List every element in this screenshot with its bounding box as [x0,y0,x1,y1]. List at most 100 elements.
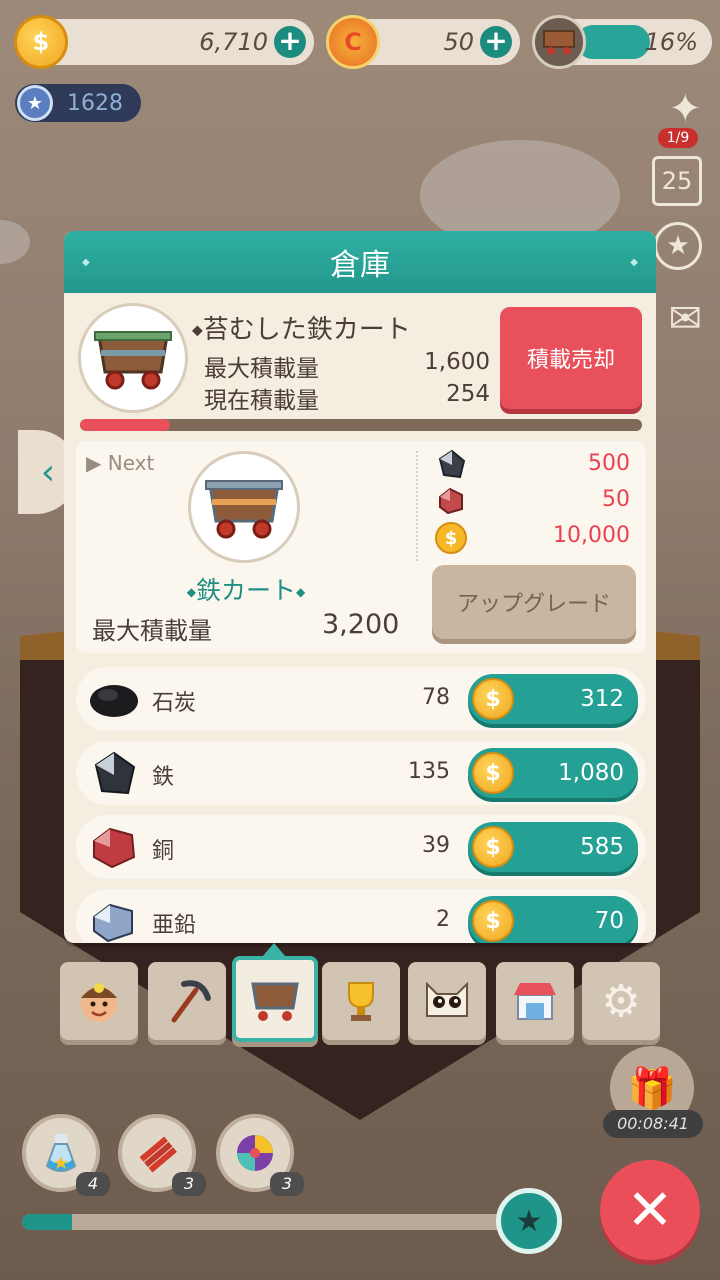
trophy-counter[interactable]: ★ 1628 [15,84,141,122]
close-button[interactable]: ✕ [600,1160,700,1260]
coin-counter: $ 6,710 + [14,15,314,69]
cost-copper-value: 50 [602,487,630,512]
max-load-label: 最大積載量 [204,356,319,382]
sell-load-button[interactable]: 積載売却 [500,307,642,409]
ore-name: 鉄 [152,765,175,790]
gear-icon: ⚙ [601,975,641,1027]
item-count: 4 [76,1172,110,1196]
max-load-value: 1,600 [424,349,490,375]
bullet-diamond: ◆ [192,322,203,339]
item-potion-button[interactable]: 4 [22,1114,110,1196]
gem-counter: C 50 + [326,15,520,69]
coin-icon: $ [472,900,514,942]
cart-progress-value: 16% [644,28,698,56]
item-candy-button[interactable]: 3 [216,1114,304,1196]
current-load-value: 254 [446,381,490,407]
cart-icon [532,15,586,69]
cost-coins-value: 10,000 [553,523,630,548]
current-cart-name-text: 苔むした鉄カート [202,315,411,345]
trophy-value: 1628 [67,90,123,116]
achievement-badge-icon[interactable]: ★ [654,222,702,270]
add-coins-button[interactable]: + [274,26,306,58]
gift-timer: 00:08:41 [603,1110,703,1138]
experience-bar [22,1214,512,1230]
item-dynamite-button[interactable]: 3 [118,1114,206,1196]
coin-icon: $ [472,678,514,720]
ore-price: 312 [580,686,624,712]
cart-icon [251,982,299,1021]
panel-title: 倉庫 [330,248,390,283]
current-load-label: 現在積載量 [204,388,319,414]
nav-cat-button[interactable] [408,962,486,1040]
calendar-icon[interactable]: 25 [652,156,702,206]
load-progress-bar [80,419,642,431]
sell-copper-button[interactable]: $ 585 [468,822,638,872]
play-triangle-icon: ▶ [86,451,102,475]
ore-count: 39 [422,833,450,858]
next-max-load-label: 最大積載量 [92,617,212,645]
header-decoration: ◆ [630,257,638,268]
next-label: ▶ Next [86,451,154,475]
ore-row-coal: 石炭 78 $ 312 [76,667,646,731]
dynamite-icon [139,1136,177,1173]
upgrade-button[interactable]: アップグレード [432,565,636,639]
sell-iron-button[interactable]: $ 1,080 [468,748,638,798]
cart-progress: 16% [532,15,712,69]
svg-text:$: $ [445,528,458,549]
nav-trophy-button[interactable] [322,962,400,1040]
shop-icon [514,983,556,1020]
load-progress-fill [80,419,170,431]
bullet-diamond: ◆ [186,585,196,599]
cost-iron-value: 500 [588,451,630,476]
ore-count: 78 [422,685,450,710]
next-cart-name: ◆鉄カート◆ [166,571,326,607]
item-count: 3 [172,1172,206,1196]
warehouse-panel: ◆ 倉庫 ◆ ◆苔むした鉄カート 最大積載量 1,600 現在積載量 254 積… [64,231,656,943]
zinc-ore-icon [93,903,133,943]
gem-icon: C [326,15,380,69]
coin-value: 6,710 [199,28,268,56]
ore-row-zinc: 亜鉛 2 $ 70 [76,889,646,943]
cat-icon [426,981,468,1017]
add-gems-button[interactable]: + [480,26,512,58]
sell-coal-button[interactable]: $ 312 [468,674,638,724]
coin-icon: $ [435,522,467,554]
next-cart-name-text: 鉄カート [195,576,296,605]
ore-name: 亜鉛 [152,913,197,938]
puzzle-count-badge: 1/9 [658,128,698,148]
iron-ore-icon [438,449,466,479]
coal-icon [90,685,138,717]
active-tab-caret [262,943,286,957]
sell-zinc-button[interactable]: $ 70 [468,896,638,943]
nav-pickaxe-button[interactable] [148,962,226,1040]
next-label-text: Next [107,451,155,475]
next-cart-image [188,451,300,563]
nav-cart-button[interactable] [232,956,318,1042]
copper-ore-icon [93,827,136,869]
calendar-day: 25 [661,167,693,195]
cost-iron: 500 [434,449,630,483]
iron-ore-icon [94,751,136,795]
star-medal-icon: ★ [17,85,53,121]
next-max-load-value: 3,200 [322,609,400,640]
ore-price: 1,080 [558,760,624,786]
star-level-button[interactable]: ★ [496,1188,562,1254]
ore-name: 石炭 [152,691,197,716]
divider [416,451,418,561]
ore-price: 70 [594,908,624,934]
bullet-diamond: ◆ [296,585,306,599]
ore-name: 銅 [152,839,175,864]
candy-icon [237,1135,273,1171]
current-cart-name: ◆苔むした鉄カート [192,309,411,346]
nav-settings-button[interactable]: ⚙ [582,962,660,1040]
cost-copper: 50 [434,485,630,519]
nav-shop-button[interactable] [496,962,574,1040]
ore-count: 135 [408,759,450,784]
coin-icon: $ [14,15,68,69]
miner-character-icon [81,983,117,1022]
nav-miner-button[interactable] [60,962,138,1040]
experience-fill [22,1214,72,1230]
item-count: 3 [270,1172,304,1196]
mail-icon[interactable]: ✉ [668,296,702,342]
puzzle-icon[interactable]: ✦ [668,86,702,132]
